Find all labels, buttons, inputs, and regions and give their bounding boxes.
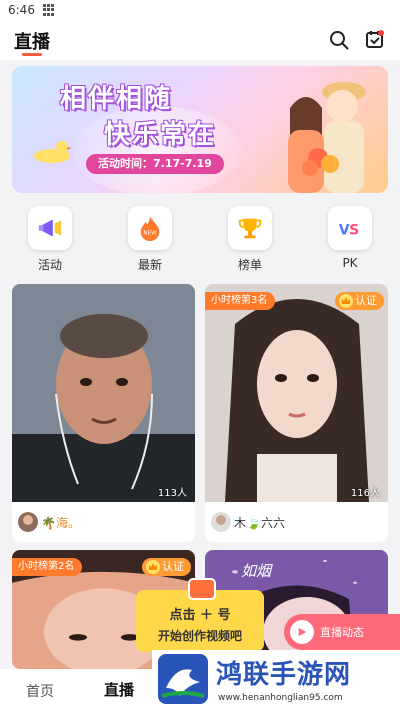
verified-badge: 认证	[335, 292, 384, 310]
vs-icon: V S	[328, 206, 372, 250]
category-activity[interactable]: 活动	[0, 200, 100, 278]
create-video-hint[interactable]: 点击 ＋ 号 开始创作视频吧	[136, 578, 264, 652]
couple-illustration	[288, 82, 366, 193]
live-updates-button[interactable]: 直播动态	[284, 614, 400, 650]
crown-icon	[339, 294, 353, 308]
crown-icon	[146, 560, 160, 574]
live-card[interactable]: 113人 🌴海。	[12, 284, 195, 542]
banner-date: 活动时间：7.17-7.19	[86, 154, 224, 174]
category-pk[interactable]: V S PK	[300, 200, 400, 278]
clapperboard-icon	[188, 578, 216, 600]
category-label: 最新	[137, 258, 162, 272]
banner-line1: 相伴相随	[60, 84, 173, 114]
category-ranking[interactable]: 榜单	[200, 200, 300, 278]
svg-text:NEW: NEW	[143, 231, 157, 237]
site-watermark: 鸿联手游网 www.henanhonglian95.com	[152, 650, 400, 711]
card-meta: 🌴海。	[12, 502, 195, 542]
notification-dot	[378, 30, 384, 36]
banner-line2: 快乐常在	[104, 120, 217, 150]
stream-thumbnail	[205, 284, 388, 502]
hint-line1: 点击 ＋ 号	[169, 608, 231, 623]
viewer-count: 116人	[350, 488, 380, 499]
streamer-name: 木🍃六六	[234, 515, 285, 530]
hourly-rank-badge: 小时榜第3名	[205, 292, 276, 310]
streamer-name: 🌴海。	[41, 515, 80, 530]
verified-label: 认证	[355, 294, 377, 307]
hourly-rank-badge: 小时榜第2名	[12, 558, 83, 576]
status-bar: 6:46	[0, 0, 400, 20]
category-row: 活动 NEW 最新 榜单 V S PK	[0, 200, 400, 278]
flame-icon: NEW	[128, 206, 172, 250]
nav-home[interactable]: 首页	[26, 681, 54, 701]
stream-watermark: 如烟	[241, 562, 272, 580]
duck-float-icon	[34, 141, 72, 163]
event-banner[interactable]: 相伴相随 快乐常在 活动时间：7.17-7.19	[12, 66, 388, 193]
card-meta: 木🍃六六	[205, 502, 388, 542]
status-time: 6:46	[8, 3, 35, 17]
category-label: 活动	[37, 258, 62, 272]
avatar	[211, 512, 231, 532]
play-icon	[290, 620, 314, 644]
nav-live[interactable]: 直播	[104, 679, 134, 700]
live-card[interactable]: 小时榜第3名 认证 116人 木🍃六六	[205, 284, 388, 542]
title-underline	[22, 53, 42, 56]
hint-line2: 开始创作视频吧	[157, 629, 242, 643]
site-title: 鸿联手游网	[216, 660, 352, 690]
category-label: 榜单	[237, 258, 262, 272]
site-logo	[158, 654, 208, 704]
viewer-count: 113人	[157, 488, 187, 499]
app-grid-icon	[42, 4, 55, 16]
search-icon[interactable]	[328, 29, 350, 51]
site-url: www.henanhonglian95.com	[218, 693, 343, 703]
megaphone-icon	[28, 206, 72, 250]
avatar	[18, 512, 38, 532]
page-title: 直播	[14, 32, 50, 53]
svg-text:S: S	[349, 223, 359, 239]
category-newest[interactable]: NEW 最新	[100, 200, 200, 278]
verified-badge: 认证	[142, 558, 191, 576]
top-bar: 直播	[0, 20, 400, 60]
trophy-icon	[228, 206, 272, 250]
category-label: PK	[342, 256, 358, 270]
verified-label: 认证	[162, 560, 184, 573]
calendar-check-icon[interactable]	[364, 28, 386, 50]
stream-thumbnail	[12, 284, 195, 502]
live-updates-label: 直播动态	[320, 626, 364, 639]
